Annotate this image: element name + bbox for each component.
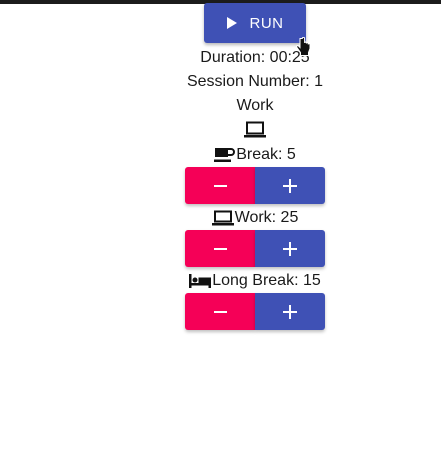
laptop-icon: [211, 210, 234, 226]
minus-icon: [213, 310, 227, 313]
session-number-text: Session Number: 1: [186, 73, 324, 90]
work-setting-label-row: Work: 25: [0, 208, 441, 228]
minus-icon: [213, 247, 227, 250]
work-stepper: [185, 230, 325, 267]
coffee-icon: [214, 148, 236, 162]
hand-cursor-icon: [296, 37, 311, 56]
run-button[interactable]: RUN: [204, 3, 306, 43]
work-decrement-button[interactable]: [185, 230, 255, 267]
break-increment-button[interactable]: [255, 167, 325, 204]
long-break-label: Long Break: 15: [212, 272, 321, 289]
plus-icon: [283, 178, 297, 193]
long-break-stepper: [185, 293, 325, 330]
mode-icon-row: [0, 121, 441, 138]
long-break-setting-label-row: Long Break: 15: [0, 271, 441, 291]
mode-text: Work: [236, 97, 274, 114]
long-break-increment-button[interactable]: [255, 293, 325, 330]
break-stepper: [185, 167, 325, 204]
long-break-decrement-button[interactable]: [185, 293, 255, 330]
minus-icon: [213, 184, 227, 187]
plus-icon: [283, 304, 297, 319]
play-icon: [226, 17, 237, 29]
laptop-icon: [244, 121, 266, 138]
bed-icon: [189, 274, 212, 288]
break-decrement-button[interactable]: [185, 167, 255, 204]
plus-icon: [283, 241, 297, 256]
duration-text: Duration: 00:25: [200, 49, 310, 66]
break-setting-label-row: Break: 5: [0, 145, 441, 165]
pomodoro-app: RUN Duration: 00:25 Session Number: 1 Wo…: [0, 0, 441, 467]
work-increment-button[interactable]: [255, 230, 325, 267]
run-button-label: RUN: [249, 14, 284, 32]
work-label: Work: 25: [234, 209, 299, 226]
break-label: Break: 5: [236, 146, 296, 163]
